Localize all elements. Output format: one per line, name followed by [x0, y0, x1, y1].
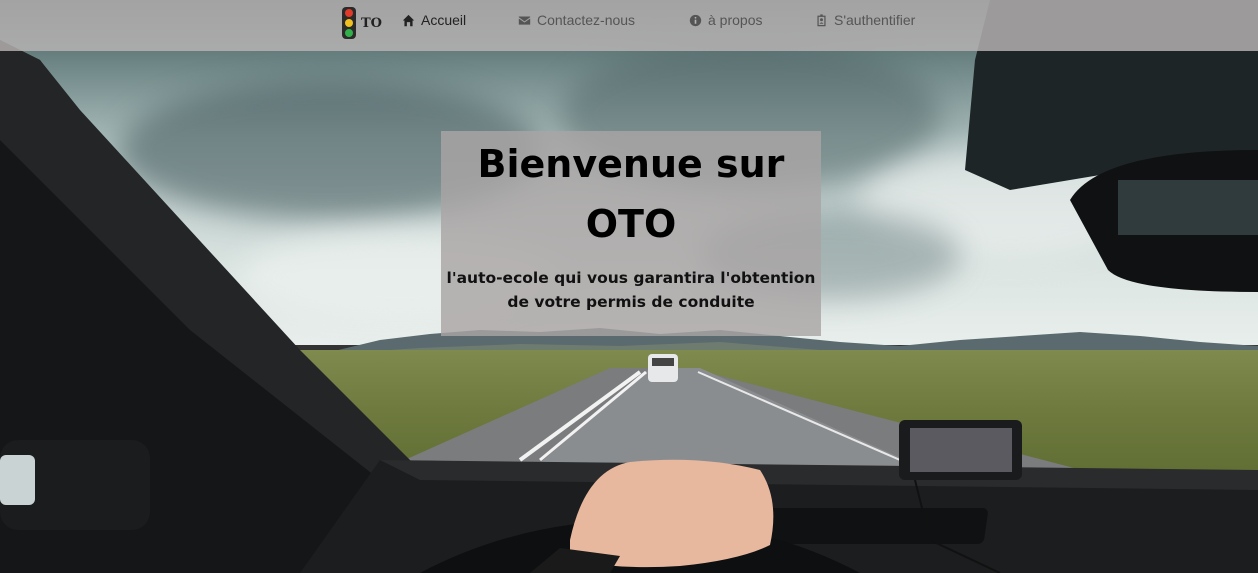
nav-link-about[interactable]: à propos	[689, 12, 762, 28]
brand-name: TO	[361, 15, 382, 31]
nav-label-contact: Contactez-nous	[537, 12, 636, 28]
info-icon	[689, 14, 702, 26]
nav-link-contact[interactable]: Contactez-nous	[518, 12, 635, 28]
nav-link-login[interactable]: S'authentifier	[815, 12, 915, 28]
id-badge-icon	[817, 13, 826, 26]
envelope-icon	[518, 15, 531, 25]
hero-subtitle: l'auto-ecole qui vous garantira l'obtent…	[446, 269, 816, 311]
brand-logo[interactable]: TO	[342, 7, 382, 39]
home-icon	[402, 14, 415, 26]
traffic-light-icon	[342, 7, 356, 39]
navbar: TO Accueil Contactez-nous à propos S'aut…	[0, 0, 1258, 51]
hero-title: Bienvenue sur OTO	[477, 142, 785, 246]
hero-box: Bienvenue sur OTO l'auto-ecole qui vous …	[441, 131, 821, 336]
nav-link-accueil[interactable]: Accueil	[402, 12, 466, 28]
nav-label-login: S'authentifier	[834, 12, 916, 28]
nav-label-accueil: Accueil	[421, 12, 467, 28]
nav-label-about: à propos	[708, 12, 763, 28]
